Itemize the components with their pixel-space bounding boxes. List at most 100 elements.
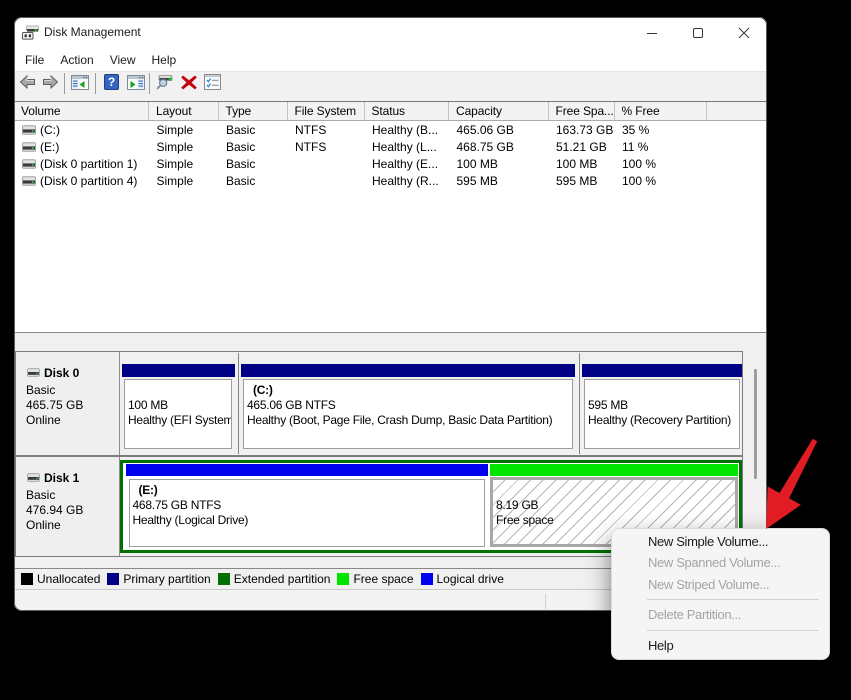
disk-icon <box>26 473 41 482</box>
partition-volume-name <box>585 383 739 398</box>
forward-button[interactable] <box>42 69 59 95</box>
free-space-cell: 595 MB <box>548 173 614 190</box>
volume-row[interactable]: (C:)SimpleBasicNTFSHealthy (B...465.06 G… <box>14 122 767 139</box>
legend-swatch <box>21 573 33 585</box>
column-header-File System[interactable]: File System <box>287 102 364 120</box>
partition-separator <box>238 353 239 454</box>
column-header-Layout[interactable]: Layout <box>149 102 219 120</box>
desktop: Disk Management <box>0 0 851 700</box>
disk-row-disk-0: Disk 0Basic465.75 GBOnline100 MBHealthy … <box>15 351 743 456</box>
menu-action[interactable]: Action <box>59 51 94 69</box>
column-header-Free Spa...[interactable]: Free Spa... <box>548 102 614 120</box>
context-menu-item-new-spanned-volume: New Spanned Volume... <box>612 552 829 574</box>
legend-swatch <box>421 573 433 585</box>
delete-volume-icon <box>181 75 197 90</box>
disk-icon <box>22 159 36 169</box>
help-button[interactable]: ? <box>104 69 119 95</box>
partition-color-bar <box>490 464 738 477</box>
maximize-button[interactable] <box>675 17 721 48</box>
volume-name-cell: (C:) <box>14 122 149 139</box>
partition-strip: 100 MBHealthy (EFI System(C:)465.06 GB N… <box>120 352 742 455</box>
menu-view[interactable]: View <box>109 51 137 69</box>
show-action-pane-button[interactable] <box>127 69 145 95</box>
column-header-blank[interactable] <box>706 102 767 120</box>
status-cell: Healthy (R... <box>364 173 449 190</box>
partition-size: 8.19 GB <box>493 498 735 513</box>
partition-status: Healthy (Boot, Page File, Crash Dump, Ba… <box>244 413 572 428</box>
back-button[interactable] <box>19 69 36 95</box>
context-menu-item-help[interactable]: Help <box>612 635 829 657</box>
partition-color-bar <box>122 364 235 377</box>
toolbar-separator <box>149 73 150 94</box>
properties-button[interactable] <box>204 69 221 95</box>
file-system-cell: NTFS <box>287 139 364 156</box>
partition--c-[interactable]: (C:)465.06 GB NTFSHealthy (Boot, Page Fi… <box>241 352 576 455</box>
disk-kind: Basic <box>26 383 119 398</box>
volume-name: (Disk 0 partition 1) <box>40 157 137 171</box>
disk-icon <box>22 125 36 135</box>
partition-status: Healthy (EFI System <box>125 413 231 428</box>
menu-bar: File Action View Help <box>14 48 767 71</box>
partition-status: Free space <box>493 513 735 528</box>
column-header-Type[interactable]: Type <box>218 102 287 120</box>
partition--e-[interactable]: (E:)468.75 GB NTFSHealthy (Logical Drive… <box>126 463 489 550</box>
legend-swatch <box>218 573 230 585</box>
delete-volume-button[interactable] <box>181 69 197 95</box>
volume-table-header[interactable]: VolumeLayoutTypeFile SystemStatusCapacit… <box>14 102 767 120</box>
free-space-cell: 163.73 GB <box>548 122 614 139</box>
partition-healthy-recovery-partition-[interactable]: 595 MBHealthy (Recovery Partition) <box>582 352 743 455</box>
column-header-Status[interactable]: Status <box>364 102 449 120</box>
partition-healthy-efi-system[interactable]: 100 MBHealthy (EFI System <box>122 352 235 455</box>
volume-name-cell: (Disk 0 partition 4) <box>14 173 149 190</box>
pct-free-cell: 100 % <box>614 156 706 173</box>
partition-size: 465.06 GB NTFS <box>244 398 572 413</box>
rescan-disks-button[interactable] <box>156 69 175 95</box>
blank-cell <box>706 156 767 173</box>
context-menu-item-new-striped-volume: New Striped Volume... <box>612 574 829 596</box>
volume-list-pane: VolumeLayoutTypeFile SystemStatusCapacit… <box>14 102 767 333</box>
layout-cell: Simple <box>149 156 219 173</box>
partition-body: (E:)468.75 GB NTFSHealthy (Logical Drive… <box>129 479 486 547</box>
rescan-disks-icon <box>156 73 175 91</box>
partition-volume-name <box>493 483 735 498</box>
volume-name: (E:) <box>40 140 59 154</box>
close-icon <box>738 27 750 39</box>
svg-text:?: ? <box>108 75 115 89</box>
title-bar[interactable]: Disk Management <box>14 17 767 48</box>
column-header-Capacity[interactable]: Capacity <box>449 102 549 120</box>
vertical-scrollbar[interactable] <box>754 369 757 479</box>
pct-free-cell: 100 % <box>614 173 706 190</box>
volume-row[interactable]: (Disk 0 partition 4)SimpleBasicHealthy (… <box>14 173 767 190</box>
context-menu-separator <box>647 630 819 631</box>
context-menu-item-new-simple-volume[interactable]: New Simple Volume... <box>612 531 829 553</box>
console-tree-icon <box>71 75 89 90</box>
minimize-button[interactable] <box>629 17 675 48</box>
file-system-cell: NTFS <box>287 122 364 139</box>
disk-icon <box>22 176 36 186</box>
close-button[interactable] <box>721 17 767 48</box>
menu-help[interactable]: Help <box>151 51 178 69</box>
context-menu-item-delete-partition: Delete Partition... <box>612 604 829 626</box>
column-header-Volume[interactable]: Volume <box>14 102 149 120</box>
maximize-icon <box>692 27 704 39</box>
partition-color-bar <box>126 464 489 477</box>
volume-row[interactable]: (E:)SimpleBasicNTFSHealthy (L...468.75 G… <box>14 139 767 156</box>
show-console-tree-button[interactable] <box>71 69 89 95</box>
volume-row[interactable]: (Disk 0 partition 1)SimpleBasicHealthy (… <box>14 156 767 173</box>
column-header-% Free[interactable]: % Free <box>614 102 706 120</box>
disk-label[interactable]: Disk 1Basic476.94 GBOnline <box>16 457 120 556</box>
free-space-cell: 51.21 GB <box>548 139 614 156</box>
file-system-cell <box>287 173 364 190</box>
back-icon <box>19 75 36 89</box>
blank-cell <box>706 173 767 190</box>
capacity-cell: 595 MB <box>449 173 549 190</box>
legend-swatch <box>107 573 119 585</box>
volume-name: (Disk 0 partition 4) <box>40 174 137 188</box>
partition-volume-name: (E:) <box>130 483 485 498</box>
disk-management-window: Disk Management <box>14 17 767 611</box>
type-cell: Basic <box>218 173 287 190</box>
menu-file[interactable]: File <box>24 51 45 69</box>
capacity-cell: 465.06 GB <box>449 122 549 139</box>
disk-label[interactable]: Disk 0Basic465.75 GBOnline <box>16 352 120 455</box>
disk-management-app-icon <box>22 25 39 40</box>
